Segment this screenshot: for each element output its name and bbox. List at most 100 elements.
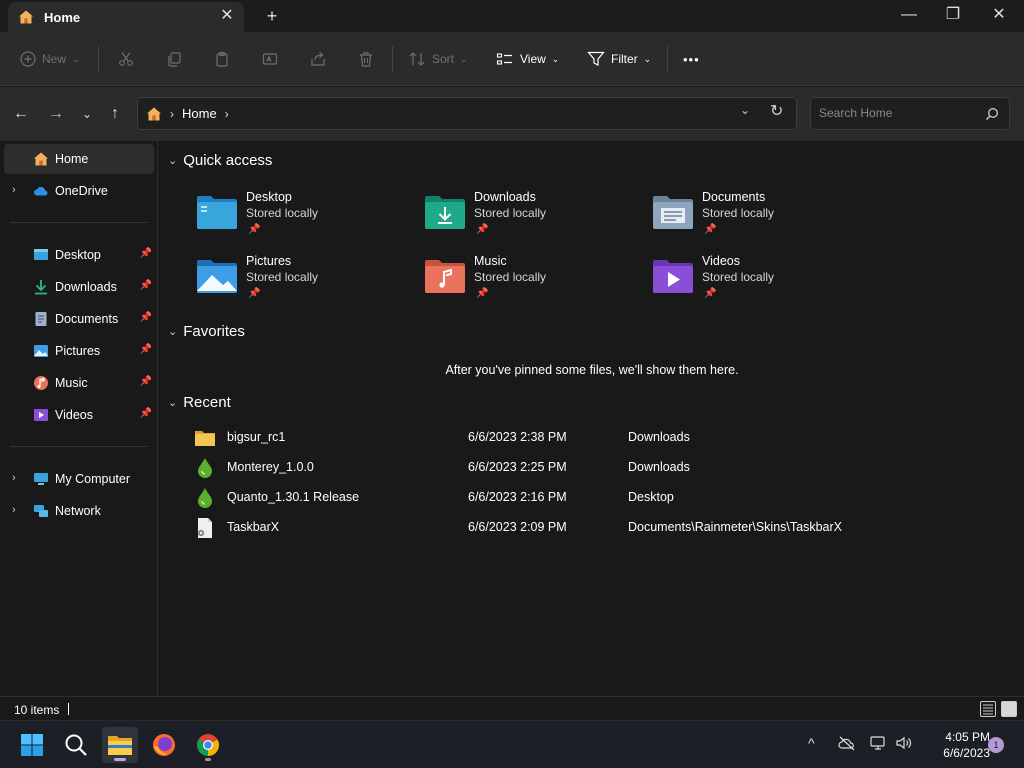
search-taskbar-button[interactable] — [58, 727, 94, 763]
plus-circle-icon — [20, 51, 36, 67]
filter-label: Filter — [611, 52, 638, 66]
breadcrumb-chevron-icon[interactable]: › — [225, 107, 229, 121]
sidebar-item-onedrive[interactable]: › OneDrive — [4, 176, 154, 206]
delete-button[interactable] — [358, 45, 380, 73]
chevron-down-icon: ⌄ — [72, 53, 80, 64]
close-window-button[interactable]: ✕ — [976, 0, 1022, 30]
section-favorites[interactable]: ⌄ Favorites — [168, 323, 245, 340]
cloud-offline-icon[interactable] — [838, 735, 856, 751]
notification-badge[interactable]: 1 — [988, 737, 1004, 753]
rename-button[interactable] — [262, 45, 284, 73]
toolbar-divider — [392, 46, 393, 72]
share-button[interactable] — [310, 45, 332, 73]
breadcrumb-chevron-icon[interactable]: › — [170, 107, 174, 121]
chrome-taskbar-button[interactable] — [190, 727, 226, 763]
quick-access-pictures[interactable]: Pictures Stored locally 📌 — [196, 250, 406, 306]
documents-folder-icon — [653, 196, 693, 229]
recent-location: Documents\Rainmeter\Skins\TaskbarX — [628, 520, 842, 534]
sidebar-item-pictures[interactable]: Pictures 📌 — [4, 336, 154, 366]
sidebar-item-music[interactable]: Music 📌 — [4, 368, 154, 398]
home-icon — [34, 152, 48, 166]
copy-button[interactable] — [166, 45, 188, 73]
recent-row-monterey[interactable]: Monterey_1.0.0 6/6/2023 2:25 PM Download… — [190, 453, 890, 481]
collapse-chevron-icon[interactable]: ⌄ — [168, 154, 177, 167]
pin-icon[interactable]: 📌 — [140, 248, 152, 259]
address-bar[interactable]: › Home › — [137, 97, 797, 130]
sidebar-item-label: OneDrive — [55, 184, 108, 198]
filter-button[interactable]: Filter ⌄ — [587, 45, 651, 73]
chrome-icon — [197, 734, 219, 756]
paste-button[interactable] — [214, 45, 236, 73]
refresh-icon[interactable]: ↻ — [770, 101, 790, 121]
search-icon[interactable] — [985, 107, 999, 121]
recent-location: Downloads — [628, 430, 690, 444]
quick-access-downloads[interactable]: Downloads Stored locally 📌 — [424, 186, 634, 242]
quick-access-music[interactable]: Music Stored locally 📌 — [424, 250, 634, 306]
sidebar-item-my-computer[interactable]: › My Computer — [4, 464, 154, 494]
expand-chevron-icon[interactable]: › — [12, 184, 16, 196]
recent-locations-chevron-icon[interactable]: ⌄ — [76, 103, 98, 125]
pin-icon[interactable]: 📌 — [140, 376, 152, 387]
address-history-chevron-icon[interactable]: ⌄ — [740, 103, 754, 117]
pin-icon[interactable]: 📌 — [140, 344, 152, 355]
sidebar-item-network[interactable]: › Network — [4, 496, 154, 526]
search-box[interactable] — [810, 97, 1010, 130]
desktop-icon — [34, 249, 48, 260]
taskbar-clock[interactable]: 4:05 PM 6/6/2023 — [920, 729, 990, 761]
quick-access-videos[interactable]: Videos Stored locally 📌 — [652, 250, 862, 306]
quick-access-status: Stored locally — [474, 206, 547, 220]
tiles-view-icon[interactable] — [1001, 701, 1017, 717]
sidebar-item-label: Pictures — [55, 344, 101, 358]
details-view-icon[interactable] — [980, 701, 996, 717]
minimize-button[interactable]: — — [886, 0, 932, 30]
rename-icon — [262, 53, 278, 65]
cut-button[interactable] — [118, 45, 140, 73]
recent-row-bigsur[interactable]: bigsur_rc1 6/6/2023 2:38 PM Downloads — [190, 423, 890, 451]
pin-icon[interactable]: 📌 — [140, 408, 152, 419]
expand-chevron-icon[interactable]: › — [12, 504, 16, 516]
network-status-icon[interactable] — [870, 735, 888, 751]
quick-access-documents[interactable]: Documents Stored locally 📌 — [652, 186, 862, 242]
breadcrumb-home[interactable]: Home — [182, 106, 217, 121]
show-hidden-icons-chevron-icon[interactable]: ^ — [808, 735, 815, 751]
quick-access-desktop[interactable]: Desktop Stored locally 📌 — [196, 186, 406, 242]
quick-access-name: Downloads — [474, 190, 536, 204]
collapse-chevron-icon[interactable]: ⌄ — [168, 325, 177, 338]
sidebar-item-documents[interactable]: Documents 📌 — [4, 304, 154, 334]
recent-row-quanto[interactable]: Quanto_1.30.1 Release 6/6/2023 2:16 PM D… — [190, 483, 890, 511]
expand-chevron-icon[interactable]: › — [12, 472, 16, 484]
sort-icon — [409, 52, 425, 66]
sidebar-item-desktop[interactable]: Desktop 📌 — [4, 240, 154, 270]
toolbar-divider — [98, 46, 99, 72]
up-arrow-icon[interactable]: ↑ — [104, 103, 126, 125]
start-button[interactable] — [14, 727, 50, 763]
collapse-chevron-icon[interactable]: ⌄ — [168, 396, 177, 409]
sidebar-item-downloads[interactable]: Downloads 📌 — [4, 272, 154, 302]
file-icon — [197, 518, 212, 538]
recent-row-taskbarx[interactable]: TaskbarX 6/6/2023 2:09 PM Documents\Rain… — [190, 513, 890, 541]
search-input[interactable] — [819, 106, 979, 120]
tab-close-icon[interactable]: ✕ — [220, 8, 234, 24]
tab-home[interactable]: Home ✕ — [8, 2, 244, 32]
file-explorer-taskbar-button[interactable] — [102, 727, 138, 763]
pin-icon: 📌 — [248, 288, 261, 299]
maximize-button[interactable]: ❐ — [930, 0, 976, 30]
new-button[interactable]: New ⌄ — [20, 45, 80, 73]
recent-date: 6/6/2023 2:09 PM — [468, 520, 567, 534]
forward-arrow-icon[interactable]: → — [45, 103, 67, 125]
sidebar-item-home[interactable]: Home — [4, 144, 154, 174]
section-recent[interactable]: ⌄ Recent — [168, 394, 231, 411]
pin-icon[interactable]: 📌 — [140, 280, 152, 291]
firefox-taskbar-button[interactable] — [146, 727, 182, 763]
view-button[interactable]: View ⌄ — [496, 45, 559, 73]
navigation-bar: ← → ⌄ ↑ › Home › ⌄ ↻ — [0, 87, 1024, 141]
more-options-button[interactable]: ••• — [683, 45, 700, 73]
sort-button[interactable]: Sort ⌄ — [408, 45, 468, 73]
sidebar-item-videos[interactable]: Videos 📌 — [4, 400, 154, 430]
new-tab-button[interactable]: + — [262, 6, 282, 26]
section-quick-access[interactable]: ⌄ Quick access — [168, 152, 272, 169]
back-arrow-icon[interactable]: ← — [10, 103, 32, 125]
pin-icon[interactable]: 📌 — [140, 312, 152, 323]
volume-icon[interactable] — [895, 735, 913, 751]
network-icon — [34, 505, 48, 517]
